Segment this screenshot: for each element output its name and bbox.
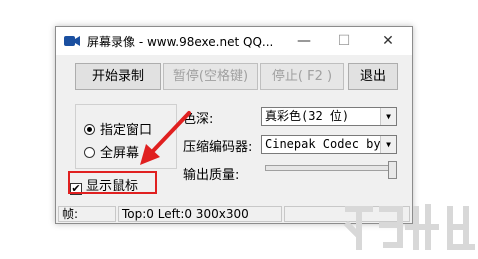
radio-specified-window[interactable]: 指定窗口 bbox=[84, 119, 153, 138]
stop-button[interactable]: 停止( F2 ) bbox=[260, 63, 344, 90]
quality-label: 输出质量: bbox=[183, 168, 240, 183]
radio-button[interactable] bbox=[84, 147, 95, 158]
geometry-pane: Top:0 Left:0 300x300 bbox=[118, 206, 282, 222]
camera-icon bbox=[64, 36, 80, 46]
radio-label: 指定窗口 bbox=[100, 123, 153, 138]
start-record-button[interactable]: 开始录制 bbox=[75, 63, 161, 90]
maximize-button[interactable]: ☐ bbox=[324, 27, 364, 55]
radio-full-screen[interactable]: 全屏幕 bbox=[84, 142, 140, 161]
radio-button[interactable] bbox=[84, 124, 95, 135]
color-depth-label: 色深: bbox=[183, 112, 214, 127]
codec-select[interactable]: Cinepak Codec by ▼ bbox=[261, 135, 397, 154]
slider-track bbox=[265, 165, 395, 171]
window-title: 屏幕录像 - www.98exe.net QQ... bbox=[87, 35, 274, 49]
chevron-down-icon[interactable]: ▼ bbox=[380, 108, 396, 125]
close-button[interactable]: ✕ bbox=[368, 27, 408, 55]
quality-slider[interactable] bbox=[261, 161, 397, 187]
chevron-down-icon[interactable]: ▼ bbox=[380, 136, 396, 153]
radio-label: 全屏幕 bbox=[100, 146, 140, 161]
minimize-button[interactable]: — bbox=[284, 27, 324, 55]
frames-pane: 帧: bbox=[58, 206, 116, 222]
slider-thumb[interactable] bbox=[388, 161, 397, 179]
codec-value: Cinepak Codec by bbox=[265, 137, 381, 151]
exit-button[interactable]: 退出 bbox=[348, 63, 398, 90]
pause-button[interactable]: 暂停(空格键) bbox=[163, 63, 258, 90]
codec-label: 压缩编码器: bbox=[183, 140, 253, 155]
title-bar: 屏幕录像 - www.98exe.net QQ... — ☐ ✕ bbox=[56, 27, 412, 55]
highlight-box bbox=[68, 171, 157, 194]
watermark-logo bbox=[343, 204, 475, 250]
color-depth-value: 真彩色(32 位) bbox=[265, 109, 350, 123]
color-depth-select[interactable]: 真彩色(32 位) ▼ bbox=[261, 107, 397, 126]
